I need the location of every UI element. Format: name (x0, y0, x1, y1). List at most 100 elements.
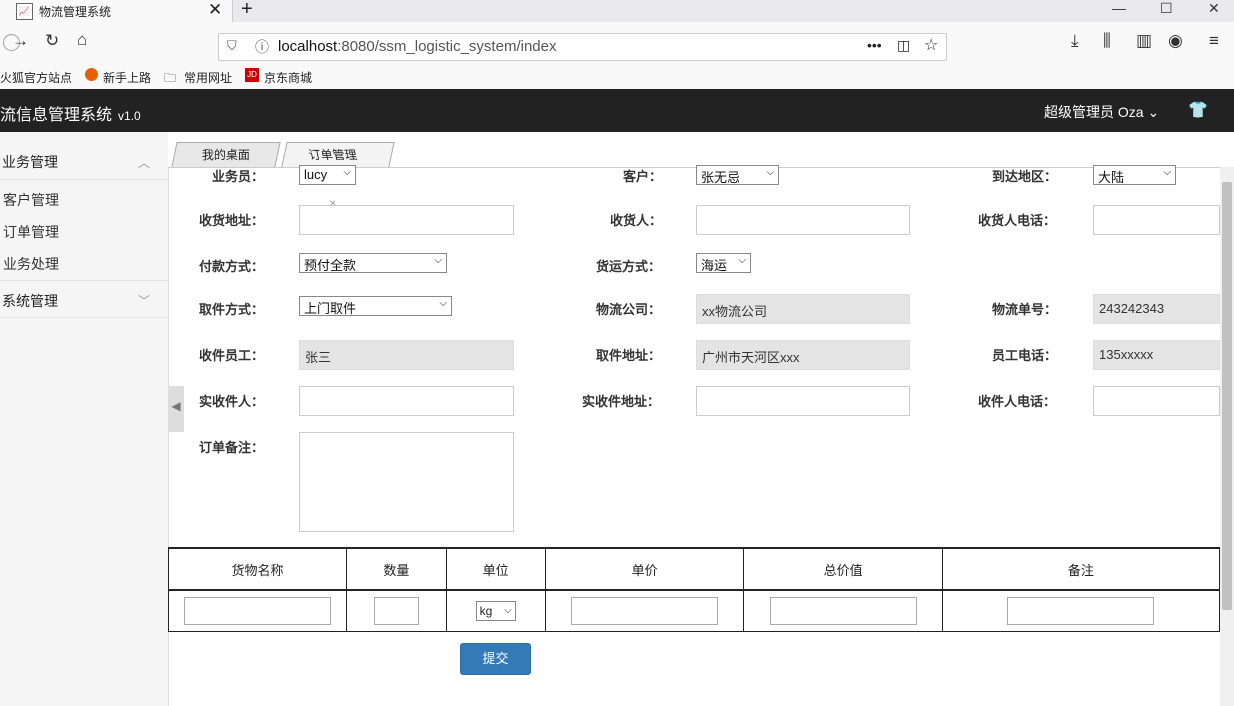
sender-phone-label: 收件人电话： (978, 394, 1057, 409)
user-menu[interactable]: 超级管理员 Oza ⌄ (1044, 102, 1159, 122)
reload-icon[interactable]: ↻ (45, 31, 59, 51)
company-input[interactable]: xx物流公司 (696, 294, 910, 324)
ship-address-label: 收货地址： (199, 213, 265, 228)
bookmark-item[interactable]: 京东商城 (264, 69, 312, 86)
menu-icon[interactable]: ≡ (1209, 31, 1219, 51)
download-icon[interactable]: ⤓ (1071, 31, 1079, 51)
shipping-select[interactable]: 海运 ⌵ (696, 253, 751, 273)
tracking-label: 物流单号： (992, 302, 1058, 317)
favicon-icon: 📈 (16, 3, 33, 20)
sidebar-item-orders[interactable]: 订单管理 (3, 222, 59, 242)
column-header: 总价值 (743, 547, 943, 591)
shipping-label: 货运方式： (596, 259, 662, 274)
bookmark-star-icon[interactable]: ☆ (924, 35, 938, 55)
account-icon[interactable]: ◉ (1168, 31, 1183, 51)
payment-select[interactable]: 预付全款 ⌵ (299, 253, 447, 273)
sender-phone-input[interactable] (1093, 386, 1220, 416)
table-cell (346, 589, 447, 632)
actual-address-label: 实收件地址： (582, 394, 661, 409)
pickup-address-input[interactable]: 广州市天河区xxx (696, 340, 910, 370)
close-tab-icon[interactable]: ✕ (208, 0, 222, 20)
sidebar-group-system[interactable]: 系统管理 (2, 291, 58, 311)
jd-icon: JD (245, 68, 259, 82)
maximize-icon[interactable]: ☐ (1160, 0, 1173, 17)
remark-textarea[interactable] (299, 432, 514, 532)
table-cell (167, 589, 348, 632)
region-label: 到达地区： (992, 169, 1058, 184)
column-header: 数量 (346, 547, 447, 591)
goods-name-input[interactable] (184, 597, 332, 625)
actual-receiver-label: 实收件人： (199, 394, 265, 409)
pickup-method-select[interactable]: 上门取件 ⌵ (299, 296, 452, 316)
bookmark-item[interactable]: 常用网址 (184, 69, 232, 86)
goods-remark-input[interactable] (1007, 597, 1155, 625)
new-tab-icon[interactable]: + (241, 0, 253, 21)
library-icon[interactable]: ⫼ (1103, 31, 1111, 51)
actual-receiver-input[interactable] (299, 386, 514, 416)
ship-address-input[interactable] (299, 205, 514, 235)
actual-address-input[interactable] (696, 386, 910, 416)
theme-icon[interactable]: 👕 (1188, 100, 1208, 120)
bookmarks-bar: 火狐官方站点 新手上路 🗀 常用网址 JD 京东商城 (0, 64, 1234, 90)
table-cell (544, 589, 745, 632)
column-header: 货物名称 (167, 547, 348, 591)
customer-select[interactable]: 张无忌 ⌵ (696, 165, 779, 185)
pickup-address-label: 取件地址： (596, 348, 662, 363)
quantity-input[interactable] (373, 597, 419, 625)
url-bar[interactable]: ⛉ ⓘ localhost:8080/ssm_logistic_system/i… (218, 33, 947, 61)
chevron-down-icon: ⌵ (1163, 167, 1171, 178)
pocket-icon[interactable]: ◫ (897, 37, 910, 54)
divider (0, 317, 168, 318)
scrollbar-thumb[interactable] (1222, 182, 1232, 610)
chevron-down-icon: ⌵ (504, 605, 512, 616)
receiver-label: 收货人： (610, 213, 663, 228)
divider (0, 179, 168, 180)
table-cell (743, 589, 943, 632)
company-label: 物流公司： (596, 302, 662, 317)
folder-icon: 🗀 (164, 71, 177, 85)
sidebar-item-customers[interactable]: 客户管理 (3, 190, 59, 210)
table-cell (941, 589, 1221, 632)
staff-label: 收件员工： (199, 348, 265, 363)
bookmark-item[interactable]: 新手上路 (103, 69, 151, 86)
goods-table: 货物名称 数量 单位 单价 总价值 备注 kg ⌵ (167, 547, 1221, 632)
divider (0, 280, 168, 281)
staff-input[interactable]: 张三 (299, 340, 514, 370)
firefox-icon (85, 68, 98, 81)
sidebar-toggle-icon[interactable]: ▥ (1136, 31, 1152, 51)
home-icon[interactable]: ⌂ (77, 30, 87, 50)
chevron-down-icon: ⌵ (738, 255, 746, 266)
bookmark-item[interactable]: 火狐官方站点 (0, 69, 72, 86)
tab-order-management[interactable]: 订单管理 × (281, 142, 395, 210)
column-header: 单价 (544, 547, 745, 591)
column-header: 备注 (941, 547, 1221, 591)
region-select[interactable]: 大陆 ⌵ (1093, 165, 1176, 185)
app-brand: 流信息管理系统 v1.0 (0, 107, 141, 124)
unit-price-input[interactable] (571, 597, 719, 625)
submit-button[interactable]: 提交 (460, 643, 531, 675)
forward-icon[interactable]: → (12, 31, 29, 51)
minimize-icon[interactable]: — (1112, 0, 1126, 16)
salesman-select[interactable]: lucy ⌵ (299, 165, 356, 185)
table-cell: kg ⌵ (445, 589, 546, 632)
column-header: 单位 (445, 547, 546, 591)
info-icon[interactable]: ⓘ (255, 37, 269, 57)
browser-tab[interactable]: 📈 物流管理系统 ✕ (0, 0, 233, 22)
sidebar-group-business[interactable]: 业务管理 (2, 152, 58, 172)
total-value-input[interactable] (769, 597, 917, 625)
staff-phone-input[interactable]: 135xxxxx (1093, 340, 1220, 370)
page-tab-strip: 我的桌面 订单管理 × (168, 132, 1234, 210)
tracking-input[interactable]: 243242343 (1093, 294, 1220, 324)
browser-tab-strip: 📈 物流管理系统 ✕ + — ☐ ✕ (0, 0, 1234, 22)
sidebar: 业务管理 ︿ 客户管理 订单管理 业务处理 系统管理 ﹀ (0, 132, 169, 706)
chevron-up-icon: ︿ (138, 156, 151, 170)
window-close-icon[interactable]: ✕ (1208, 0, 1220, 17)
shield-icon[interactable]: ⛉ (227, 38, 237, 54)
receiver-input[interactable] (696, 205, 910, 235)
sidebar-collapse-button[interactable]: ◀ (168, 386, 184, 432)
unit-select[interactable]: kg ⌵ (475, 601, 516, 621)
sidebar-item-business-process[interactable]: 业务处理 (3, 254, 59, 274)
tab-desktop[interactable]: 我的桌面 (171, 142, 281, 167)
more-actions-icon[interactable]: ••• (867, 37, 882, 53)
receiver-phone-input[interactable] (1093, 205, 1220, 235)
